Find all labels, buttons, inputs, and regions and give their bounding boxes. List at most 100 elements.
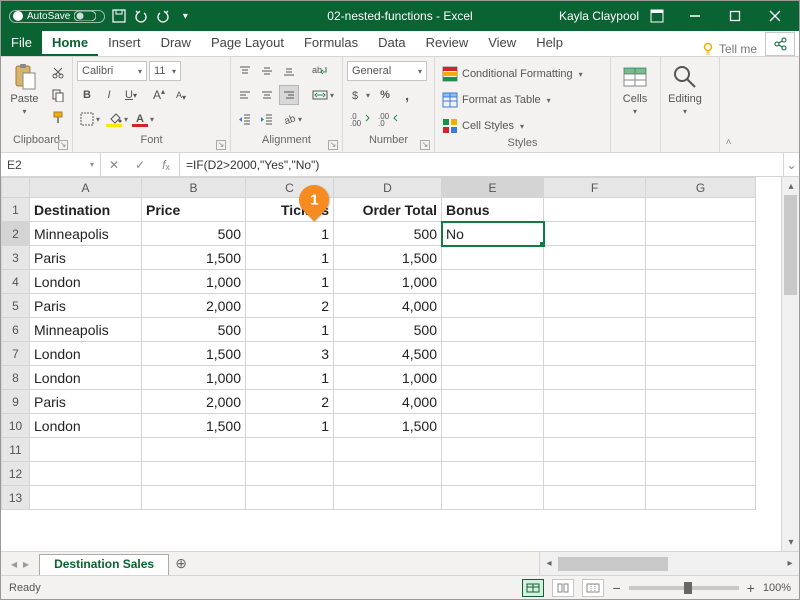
font-color-button[interactable]: A: [133, 109, 157, 129]
select-all-corner[interactable]: [2, 178, 30, 198]
formula-input[interactable]: =IF(D2>2000,"Yes","No"): [180, 153, 783, 176]
user-name[interactable]: Kayla Claypool: [559, 9, 639, 23]
zoom-slider[interactable]: [629, 586, 739, 590]
cell-A13[interactable]: [30, 486, 142, 510]
cut-button[interactable]: [48, 63, 68, 83]
redo-icon[interactable]: [155, 8, 171, 24]
cell-C9[interactable]: 2: [246, 390, 334, 414]
tab-review[interactable]: Review: [416, 31, 479, 56]
cancel-formula-button[interactable]: ✕: [101, 158, 127, 172]
cell-C12[interactable]: [246, 462, 334, 486]
tab-file[interactable]: File: [1, 31, 42, 56]
cell-C7[interactable]: 3: [246, 342, 334, 366]
cell-B4[interactable]: 1,000: [142, 270, 246, 294]
cell-D7[interactable]: 4,500: [334, 342, 442, 366]
col-header-B[interactable]: B: [142, 178, 246, 198]
cell-E9[interactable]: [442, 390, 544, 414]
undo-icon[interactable]: [133, 8, 149, 24]
cell-B5[interactable]: 2,000: [142, 294, 246, 318]
row-header-8[interactable]: 8: [2, 366, 30, 390]
new-sheet-button[interactable]: ⊕: [169, 552, 193, 575]
cell-E1[interactable]: Bonus: [442, 198, 544, 222]
scroll-right-button[interactable]: ▸: [781, 555, 799, 573]
cell-G1[interactable]: [646, 198, 756, 222]
tell-me-search[interactable]: Tell me: [701, 42, 765, 56]
expand-formula-bar-button[interactable]: ⌄: [783, 153, 799, 176]
col-header-F[interactable]: F: [544, 178, 646, 198]
cell-C11[interactable]: [246, 438, 334, 462]
cell-C6[interactable]: 1: [246, 318, 334, 342]
font-launcher[interactable]: ↘: [216, 140, 226, 150]
cell-F9[interactable]: [544, 390, 646, 414]
underline-button[interactable]: U▾: [121, 85, 141, 105]
cell-A10[interactable]: London: [30, 414, 142, 438]
copy-button[interactable]: [48, 85, 68, 105]
paste-button[interactable]: Paste ▾: [5, 59, 44, 116]
scroll-left-button[interactable]: ◂: [540, 555, 558, 573]
bold-button[interactable]: B: [77, 85, 97, 105]
row-header-10[interactable]: 10: [2, 414, 30, 438]
zoom-in-button[interactable]: +: [747, 580, 755, 596]
cell-B12[interactable]: [142, 462, 246, 486]
autosave-toggle[interactable]: AutoSave: [9, 10, 105, 23]
cell-F4[interactable]: [544, 270, 646, 294]
cell-D8[interactable]: 1,000: [334, 366, 442, 390]
cell-D4[interactable]: 1,000: [334, 270, 442, 294]
cell-B11[interactable]: [142, 438, 246, 462]
align-bottom-button[interactable]: [279, 61, 299, 81]
cell-A2[interactable]: Minneapolis: [30, 222, 142, 246]
cell-C5[interactable]: 2: [246, 294, 334, 318]
cell-E5[interactable]: [442, 294, 544, 318]
row-header-4[interactable]: 4: [2, 270, 30, 294]
row-header-11[interactable]: 11: [2, 438, 30, 462]
cell-A7[interactable]: London: [30, 342, 142, 366]
cell-E12[interactable]: [442, 462, 544, 486]
cell-B13[interactable]: [142, 486, 246, 510]
align-right-button[interactable]: [279, 85, 299, 105]
col-header-G[interactable]: G: [646, 178, 756, 198]
cell-E7[interactable]: [442, 342, 544, 366]
cell-B1[interactable]: Price: [142, 198, 246, 222]
cell-G11[interactable]: [646, 438, 756, 462]
view-page-layout-button[interactable]: [552, 579, 574, 597]
cell-D9[interactable]: 4,000: [334, 390, 442, 414]
tab-home[interactable]: Home: [42, 31, 98, 56]
cell-C4[interactable]: 1: [246, 270, 334, 294]
vertical-scrollbar[interactable]: ▴ ▾: [781, 177, 799, 551]
italic-button[interactable]: I: [99, 85, 119, 105]
cell-D3[interactable]: 1,500: [334, 246, 442, 270]
zoom-out-button[interactable]: −: [612, 580, 620, 596]
merge-center-button[interactable]: [309, 85, 337, 105]
tab-page-layout[interactable]: Page Layout: [201, 31, 294, 56]
cell-B3[interactable]: 1,500: [142, 246, 246, 270]
row-header-1[interactable]: 1: [2, 198, 30, 222]
tab-data[interactable]: Data: [368, 31, 415, 56]
save-icon[interactable]: [111, 8, 127, 24]
cell-C2[interactable]: 1: [246, 222, 334, 246]
editing-button[interactable]: Editing▾: [665, 59, 705, 116]
cell-G10[interactable]: [646, 414, 756, 438]
cell-G2[interactable]: [646, 222, 756, 246]
cell-C13[interactable]: [246, 486, 334, 510]
accounting-format-button[interactable]: $: [347, 85, 373, 105]
orientation-button[interactable]: ab: [279, 109, 305, 129]
cell-F10[interactable]: [544, 414, 646, 438]
sheet-nav-prev[interactable]: ◂: [11, 557, 17, 571]
cell-G5[interactable]: [646, 294, 756, 318]
col-header-D[interactable]: D: [334, 178, 442, 198]
decrease-decimal-button[interactable]: .00.0: [375, 109, 401, 129]
view-page-break-button[interactable]: [582, 579, 604, 597]
col-header-A[interactable]: A: [30, 178, 142, 198]
align-top-button[interactable]: [235, 61, 255, 81]
row-header-9[interactable]: 9: [2, 390, 30, 414]
font-size-combo[interactable]: 11▾: [149, 61, 181, 81]
cell-B6[interactable]: 500: [142, 318, 246, 342]
cell-F13[interactable]: [544, 486, 646, 510]
cell-F3[interactable]: [544, 246, 646, 270]
row-header-2[interactable]: 2: [2, 222, 30, 246]
cell-F1[interactable]: [544, 198, 646, 222]
tab-formulas[interactable]: Formulas: [294, 31, 368, 56]
name-box[interactable]: E2▾: [1, 153, 101, 176]
cell-F11[interactable]: [544, 438, 646, 462]
cell-F6[interactable]: [544, 318, 646, 342]
